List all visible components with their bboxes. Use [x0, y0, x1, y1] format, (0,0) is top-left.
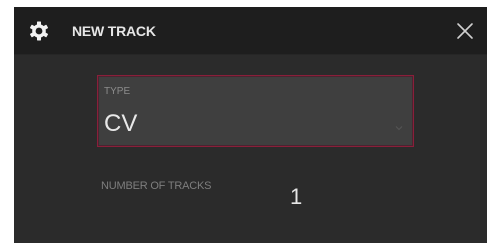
- type-select[interactable]: TYPE CV: [97, 75, 414, 147]
- type-label: TYPE: [104, 86, 131, 97]
- close-icon: [453, 23, 477, 47]
- close-button[interactable]: [453, 19, 477, 43]
- chevron-down-icon: [395, 118, 403, 131]
- type-value: CV: [104, 110, 138, 137]
- number-of-tracks-value[interactable]: 1: [290, 184, 302, 210]
- dialog-header: NEW TRACK: [14, 7, 487, 55]
- number-of-tracks-label: NUMBER OF TRACKS: [101, 180, 212, 192]
- dialog-title: NEW TRACK: [72, 23, 156, 39]
- gear-icon: [29, 21, 49, 41]
- new-track-dialog: NEW TRACK TYPE CV NUMBER OF TRACKS 1: [14, 7, 487, 243]
